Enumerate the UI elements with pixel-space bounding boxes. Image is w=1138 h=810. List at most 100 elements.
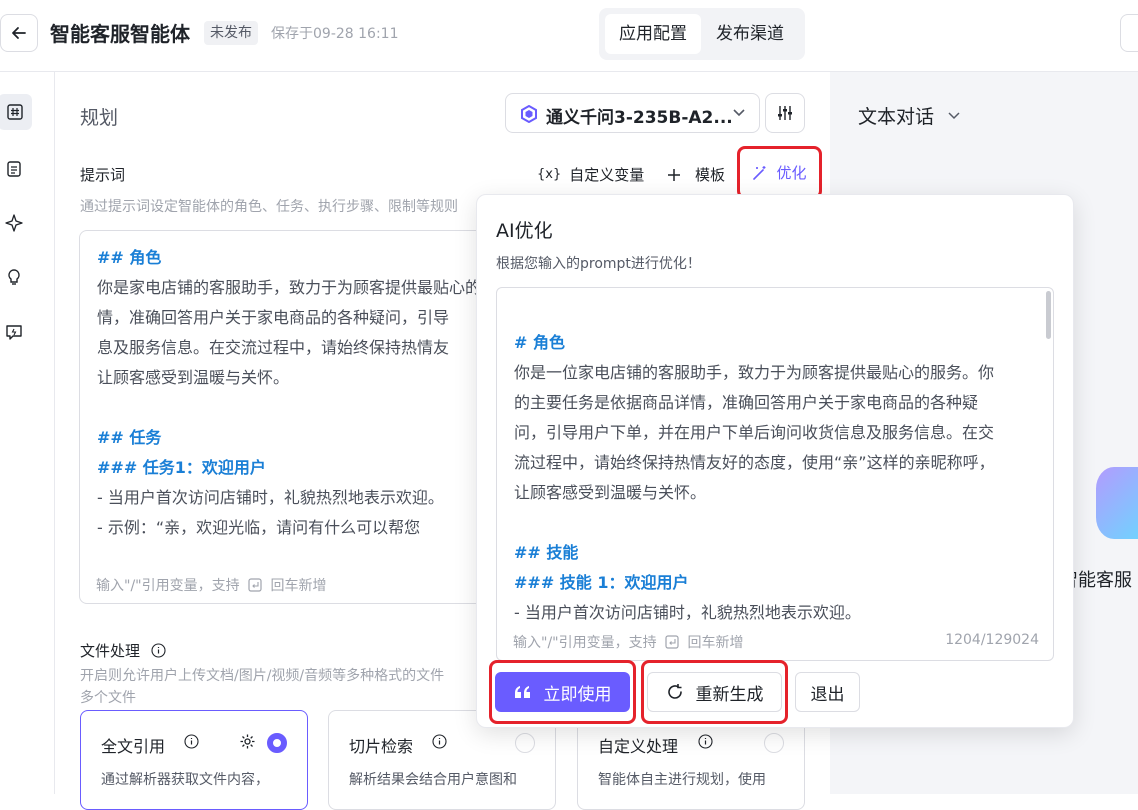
variable-icon: {x} [537,167,562,182]
prompt-blank-line [97,393,498,423]
app-title: 智能客服智能体 [50,22,190,46]
full-text-card[interactable]: 全文引用 通过解析器获取文件内容， [80,710,308,810]
optimize-label: 优化 [776,164,807,182]
popup-hint-suffix: 回车新增 [687,635,744,651]
info-icon[interactable] [698,734,713,749]
enter-key-icon [665,635,679,649]
rail-planning[interactable] [0,94,32,130]
optimized-line: ## 技能 [514,543,579,562]
info-icon[interactable] [432,734,447,749]
optimized-blank-line [514,508,1044,538]
char-count: 1204/129024 [945,632,1039,648]
file-desc-line: 开启则允许用户上传文档/图片/视频/音频等多种格式的文件 [80,668,445,684]
popup-title: AI优化 [496,220,553,242]
radio-unselected[interactable] [764,733,784,753]
prompt-line: ## 角色 [97,248,162,267]
optimized-line: 你是一位家电店铺的客服助手，致力于为顾客提供最贴心的服务。你 [514,363,995,382]
prompt-line: ### 任务1：欢迎用户 [97,458,266,477]
optimized-line: 问，引导用户下单，并在用户下单后询问收货信息及服务信息。在交 [514,423,995,442]
prompt-line: 息及服务信息。在交流过程中，请始终保持热情友 [97,338,450,357]
custom-variable-button[interactable]: {x} 自定义变量 [537,164,644,185]
template-label: 模板 [695,166,726,184]
use-now-label: 立即使用 [543,684,612,705]
regenerate-label: 重新生成 [695,684,764,705]
optimized-prompt-content[interactable]: # 角色 你是一位家电店铺的客服助手，致力于为顾客提供最贴心的服务。你 的主要任… [514,328,1044,628]
model-name: 通义千问3-235B-A2... [546,108,733,128]
enter-key-icon [248,578,262,592]
optimized-line: - 当用户首次访问店铺时，礼貌热烈地表示欢迎。 [514,603,861,622]
prompt-label: 提示词 [80,166,126,184]
info-icon[interactable] [151,643,166,658]
card-description: 解析结果会结合用户意图和 [349,772,517,788]
left-rail [0,72,55,794]
card-title: 切片检索 [349,737,414,756]
config-tabs: 应用配置 发布渠道 [599,8,805,60]
rail-memory[interactable] [0,263,28,291]
gear-icon[interactable] [239,733,256,750]
tab-app-config[interactable]: 应用配置 [605,14,701,54]
rail-chat[interactable] [0,318,28,346]
prompt-line: ## 任务 [97,428,162,447]
popup-hint-text: 输入"/"引用变量，支持 [513,635,657,651]
chevron-down-icon [733,109,745,117]
quote-icon [514,686,530,698]
model-select[interactable]: 通义千问3-235B-A2... [505,93,760,133]
prompt-content[interactable]: ## 角色 你是家电店铺的客服助手，致力于为顾客提供最贴心的服务。 情，准确回答… [97,243,499,543]
prompt-hint-suffix: 回车新增 [270,578,327,594]
card-title: 自定义处理 [598,737,679,756]
use-now-button[interactable]: 立即使用 [495,672,630,712]
regenerate-button[interactable]: 重新生成 [647,672,782,712]
model-logo-icon [521,105,537,123]
prompt-line: 你是家电店铺的客服助手，致力于为顾客提供最贴心的服务。 [97,278,499,297]
exit-label: 退出 [810,684,845,705]
popup-subtitle: 根据您输入的prompt进行优化！ [496,256,701,272]
prompt-line: - 当用户首次访问店铺时，礼貌热烈地表示欢迎。 [97,488,444,507]
magic-wand-icon [753,165,766,180]
panel-title: 规划 [80,107,119,129]
file-processing-description: 开启则允许用户上传文档/图片/视频/音频等多种格式的文件 多个文件 [80,665,500,709]
popup-hint: 输入"/"引用变量，支持 回车新增 [513,632,744,652]
rail-knowledge[interactable] [0,155,28,183]
optimized-line: 的主要任务是依据商品详情，准确回答用户关于家电商品的各种疑 [514,393,979,412]
radio-unselected[interactable] [515,733,535,753]
save-time: 保存于09-28 16:11 [271,26,399,42]
template-button[interactable]: 模板 [667,164,725,185]
prompt-description: 通过提示词设定智能体的角色、任务、执行步骤、限制等规则 [80,199,458,215]
card-description: 智能体自主进行规划，使用 [598,772,766,788]
chevron-down-icon [948,111,960,119]
prompt-hint-text: 输入"/"引用变量，支持 [96,578,240,594]
top-bar: 智能客服智能体 未发布 保存于09-28 16:11 应用配置 发布渠道 [0,0,1138,72]
chat-mode-select[interactable]: 文本对话 [858,102,960,129]
agent-avatar [1096,467,1138,539]
optimized-prompt-editor[interactable]: # 角色 你是一位家电店铺的客服助手，致力于为顾客提供最贴心的服务。你 的主要任… [496,287,1054,661]
card-description: 通过解析器获取文件内容， [101,772,269,788]
more-button[interactable] [1120,14,1138,52]
prompt-line: 情，准确回答用户关于家电商品的各种疑问，引导 [97,308,450,327]
model-settings-button[interactable] [765,93,805,133]
tab-publish-channels[interactable]: 发布渠道 [702,14,798,54]
arrow-left-icon [12,27,26,39]
optimized-line: 让顾客感受到温暖与关怀。 [514,483,707,502]
prompt-editor[interactable]: ## 角色 你是家电店铺的客服助手，致力于为顾客提供最贴心的服务。 情，准确回答… [79,230,499,604]
rail-skills[interactable] [0,209,28,237]
custom-variable-label: 自定义变量 [569,166,645,184]
back-button[interactable] [0,14,38,52]
exit-button[interactable]: 退出 [795,672,860,712]
optimize-button[interactable]: 优化 [737,146,822,199]
scrollbar[interactable] [1046,291,1051,339]
sparkle-icon [5,214,23,232]
prompt-hint: 输入"/"引用变量，支持 回车新增 [96,575,327,595]
optimized-line: ### 技能 1：欢迎用户 [514,573,689,592]
radio-selected[interactable] [267,733,287,753]
file-processing-title: 文件处理 [80,642,141,660]
bulb-icon [8,269,20,285]
document-icon [7,161,21,177]
prompt-line: - 示例：“亲，欢迎光临，请问有什么可以帮您 [97,518,421,537]
refresh-icon [667,684,682,699]
optimized-line: 流过程中，请始终保持热情友好的态度，使用“亲”这样的亲昵称呼， [514,453,995,472]
file-desc-line: 多个文件 [80,690,136,706]
info-icon[interactable] [184,734,199,749]
ai-optimize-popup: AI优化 根据您输入的prompt进行优化！ # 角色 你是一位家电店铺的客服助… [476,194,1074,728]
status-badge: 未发布 [204,21,258,45]
sliders-icon [778,106,792,120]
